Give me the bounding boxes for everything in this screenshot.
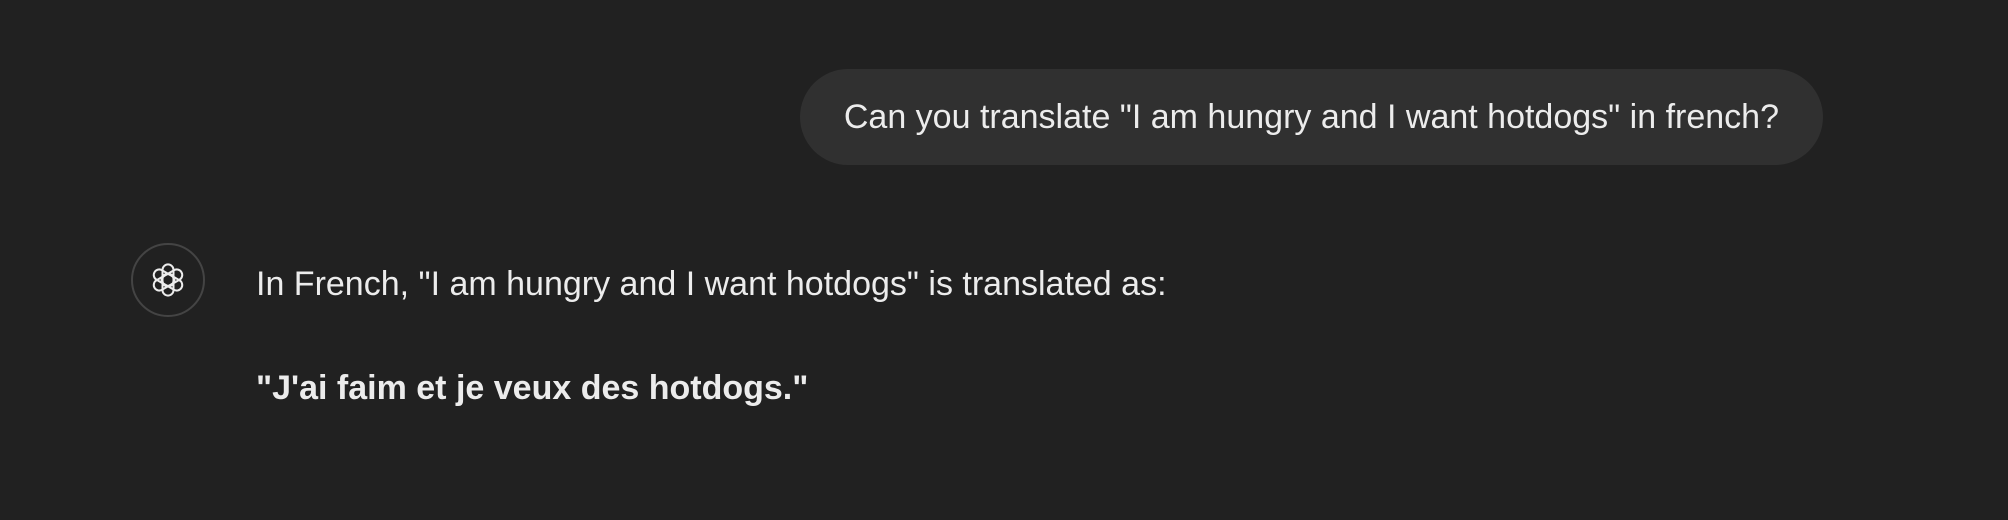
assistant-message-translation: "J'ai faim et je veux des hotdogs.": [256, 369, 809, 407]
user-message-text: Can you translate "I am hungry and I wan…: [843, 98, 1779, 136]
assistant-avatar: [131, 243, 205, 317]
chat-conversation: Can you translate "I am hungry and I wan…: [0, 0, 2008, 520]
user-message-bubble: Can you translate "I am hungry and I wan…: [799, 69, 1823, 165]
assistant-message-intro: In French, "I am hungry and I want hotdo…: [256, 265, 1167, 303]
openai-logo-icon: [152, 263, 184, 297]
